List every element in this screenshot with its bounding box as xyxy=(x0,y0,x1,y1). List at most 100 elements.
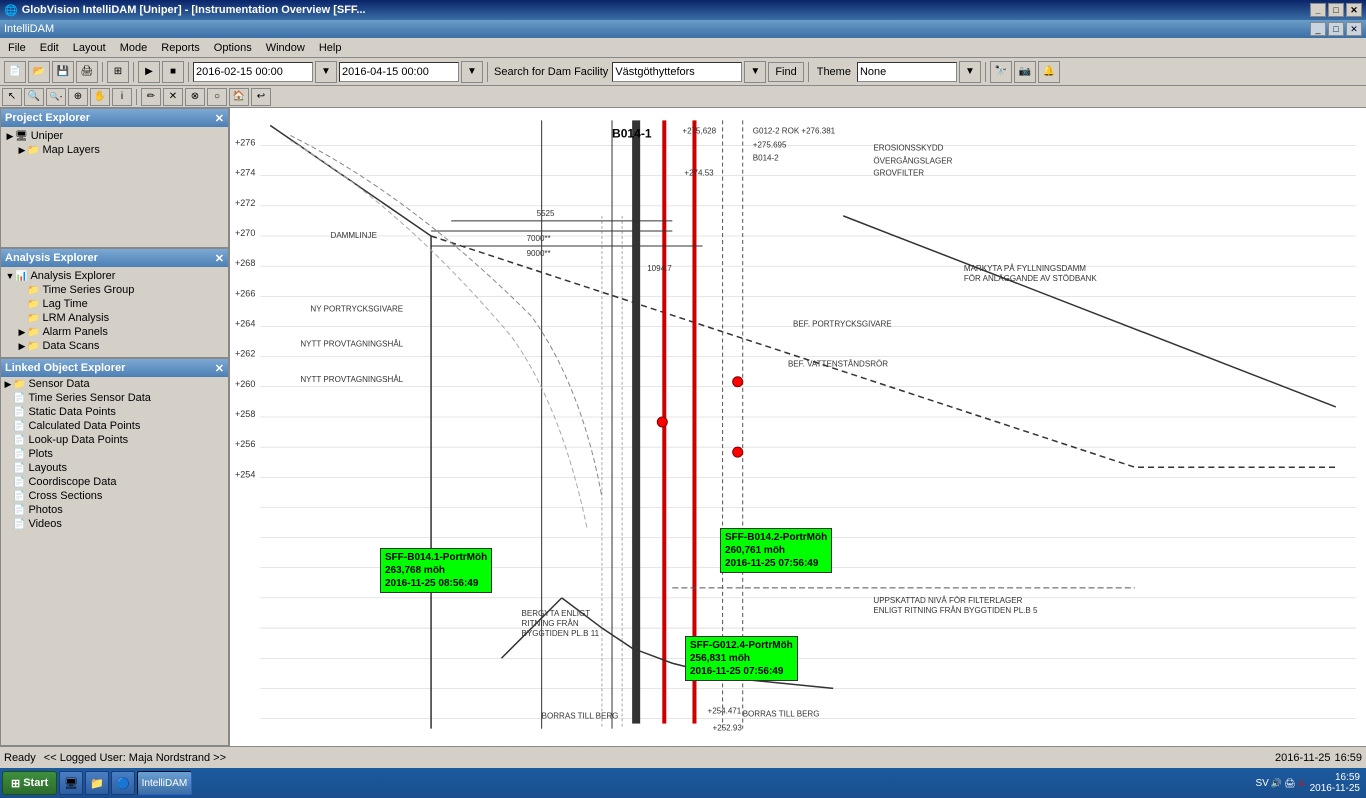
select-tool[interactable]: ↖ xyxy=(2,88,22,106)
tree-item-datascans[interactable]: ▶ 📁 Data Scans xyxy=(3,339,226,353)
tree-label-alarm: Alarm Panels xyxy=(42,326,107,338)
menu-edit[interactable]: Edit xyxy=(34,40,65,56)
tree-label-ts: Time Series Group xyxy=(42,284,134,296)
camera-btn[interactable]: 📷 xyxy=(1014,61,1036,83)
menu-options[interactable]: Options xyxy=(208,40,258,56)
menu-layout[interactable]: Layout xyxy=(67,40,112,56)
home-tool[interactable]: 🏠 xyxy=(229,88,249,106)
folder-icon-lrm: 📁 xyxy=(27,313,39,324)
tooltip3-time: 2016-11-25 07:56:49 xyxy=(690,665,793,678)
search-input[interactable] xyxy=(612,62,742,82)
taskbar-btn-3[interactable]: 🔵 xyxy=(111,771,135,795)
project-explorer-close[interactable]: ✕ xyxy=(215,112,224,125)
canvas-area[interactable]: +276 +274 +272 +270 +268 +266 +264 +262 … xyxy=(230,108,1366,746)
theme-input[interactable] xyxy=(857,62,957,82)
start-button[interactable]: ⊞ Start xyxy=(2,771,57,795)
date1-dropdown[interactable]: ▼ xyxy=(315,61,337,83)
open-btn[interactable]: 📂 xyxy=(28,61,50,83)
svg-text:RITNING FRÅN: RITNING FRÅN xyxy=(522,619,579,628)
tree-item-analysis-root[interactable]: ▼ 📊 Analysis Explorer xyxy=(3,269,226,283)
svg-text:NYTT PROVTAGNINGSHÅL: NYTT PROVTAGNINGSHÅL xyxy=(300,375,403,384)
inner-max-btn[interactable]: □ xyxy=(1328,22,1344,36)
svg-text:+274.53: +274.53 xyxy=(684,169,714,178)
analysis-explorer-close[interactable]: ✕ xyxy=(215,252,224,265)
linked-item-layouts[interactable]: 📄 Layouts xyxy=(1,461,228,475)
svg-text:+275,628: +275,628 xyxy=(682,126,716,135)
date2-dropdown[interactable]: ▼ xyxy=(461,61,483,83)
info-tool[interactable]: i xyxy=(112,88,132,106)
item-icon-ludp: 📄 xyxy=(13,435,25,446)
linked-item-sdp[interactable]: 📄 Static Data Points xyxy=(1,405,228,419)
svg-text:ENLIGT RITNING FRÅN BYGGTIDEN: ENLIGT RITNING FRÅN BYGGTIDEN PL.B 5 xyxy=(873,606,1038,615)
folder-icon-ds: 📁 xyxy=(27,341,39,352)
maximize-btn[interactable]: □ xyxy=(1328,3,1344,17)
linked-item-plots[interactable]: 📄 Plots xyxy=(1,447,228,461)
linked-item-cs[interactable]: 📄 Cross Sections xyxy=(1,489,228,503)
analysis-explorer-panel: Analysis Explorer ✕ ▼ 📊 Analysis Explore… xyxy=(0,248,229,358)
item-icon-cdp: 📄 xyxy=(13,421,25,432)
taskbar-btn-2[interactable]: 📁 xyxy=(85,771,109,795)
linked-item-coordiscope[interactable]: 📄 Coordiscope Data xyxy=(1,475,228,489)
inner-min-btn[interactable]: _ xyxy=(1310,22,1326,36)
zoom-out-tool[interactable]: 🔍- xyxy=(46,88,66,106)
print-btn[interactable]: 🖨 xyxy=(76,61,98,83)
search-dropdown[interactable]: ▼ xyxy=(744,61,766,83)
main-svg: +276 +274 +272 +270 +268 +266 +264 +262 … xyxy=(230,108,1366,746)
tree-label-layouts: Layouts xyxy=(28,462,67,474)
binoculars-btn[interactable]: 🔭 xyxy=(990,61,1012,83)
circle-tool[interactable]: ○ xyxy=(207,88,227,106)
taskbar-intellidam[interactable]: IntelliDAM xyxy=(137,771,193,795)
find-button[interactable]: Find xyxy=(768,62,803,82)
play-btn[interactable]: ▶ xyxy=(138,61,160,83)
close-btn[interactable]: ✕ xyxy=(1346,3,1362,17)
zoom-in-tool[interactable]: 🔍 xyxy=(24,88,44,106)
linked-item-ludp[interactable]: 📄 Look-up Data Points xyxy=(1,433,228,447)
inner-title-bar[interactable]: _ xyxy=(1310,3,1326,17)
linked-item-cdp[interactable]: 📄 Calculated Data Points xyxy=(1,419,228,433)
zoom-fit-tool[interactable]: ⊕ xyxy=(68,88,88,106)
svg-text:+256: +256 xyxy=(235,439,255,449)
icon-btn1[interactable]: ⊞ xyxy=(107,61,129,83)
tooltip-g012-4: SFF-G012.4-PortrMöh 256,831 möh 2016-11-… xyxy=(685,636,798,681)
item-icon-cs: 📄 xyxy=(13,491,25,502)
menu-mode[interactable]: Mode xyxy=(114,40,154,56)
taskbar-btn-1[interactable]: 🖥 xyxy=(59,771,83,795)
alarm-btn[interactable]: 🔔 xyxy=(1038,61,1060,83)
inner-close-btn[interactable]: ✕ xyxy=(1346,22,1362,36)
date-to-input[interactable] xyxy=(339,62,459,82)
tree-item-lrm[interactable]: 📁 LRM Analysis xyxy=(3,311,226,325)
tree-item-maplayers[interactable]: ▶ 📁 Map Layers xyxy=(3,143,226,157)
linked-item-sensor[interactable]: ▶ 📁 Sensor Data xyxy=(1,377,228,391)
save-btn[interactable]: 💾 xyxy=(52,61,74,83)
linked-item-photos[interactable]: 📄 Photos xyxy=(1,503,228,517)
date-from-input[interactable] xyxy=(193,62,313,82)
stop-btn[interactable]: ■ xyxy=(162,61,184,83)
taskbar-icon-1: 🖥 xyxy=(64,777,78,790)
svg-text:+254.471: +254.471 xyxy=(708,707,742,716)
clock: 16:59 2016-11-25 xyxy=(1310,772,1360,794)
menu-window[interactable]: Window xyxy=(260,40,311,56)
tree-item-timeseries[interactable]: 📁 Time Series Group xyxy=(3,283,226,297)
tree-item-lagtime[interactable]: 📁 Lag Time xyxy=(3,297,226,311)
tree-label-uniper: Uniper xyxy=(31,130,63,142)
menu-file[interactable]: File xyxy=(2,40,32,56)
menu-help[interactable]: Help xyxy=(313,40,348,56)
svg-text:BORRAS TILL BERG: BORRAS TILL BERG xyxy=(542,712,619,721)
linked-item-videos[interactable]: 📄 Videos xyxy=(1,517,228,531)
tooltip2-time: 2016-11-25 07:56:49 xyxy=(725,557,827,570)
item-icon-sdp: 📄 xyxy=(13,407,25,418)
tree-item-alarm[interactable]: ▶ 📁 Alarm Panels xyxy=(3,325,226,339)
linked-item-tss[interactable]: 📄 Time Series Sensor Data xyxy=(1,391,228,405)
tree-item-uniper[interactable]: ▶ 🖥 Uniper xyxy=(3,129,226,143)
delete-tool[interactable]: ✕ xyxy=(163,88,183,106)
edit-tool[interactable]: ✏ xyxy=(141,88,161,106)
menu-reports[interactable]: Reports xyxy=(155,40,206,56)
linked-explorer-close[interactable]: ✕ xyxy=(215,362,224,375)
new-btn[interactable]: 📄 xyxy=(4,61,26,83)
undo-tool[interactable]: ↩ xyxy=(251,88,271,106)
cross-tool[interactable]: ⊗ xyxy=(185,88,205,106)
pan-tool[interactable]: ✋ xyxy=(90,88,110,106)
theme-dropdown[interactable]: ▼ xyxy=(959,61,981,83)
clock-date: 2016-11-25 xyxy=(1310,783,1360,794)
svg-text:NYTT PROVTAGNINGSHÅL: NYTT PROVTAGNINGSHÅL xyxy=(300,340,403,349)
